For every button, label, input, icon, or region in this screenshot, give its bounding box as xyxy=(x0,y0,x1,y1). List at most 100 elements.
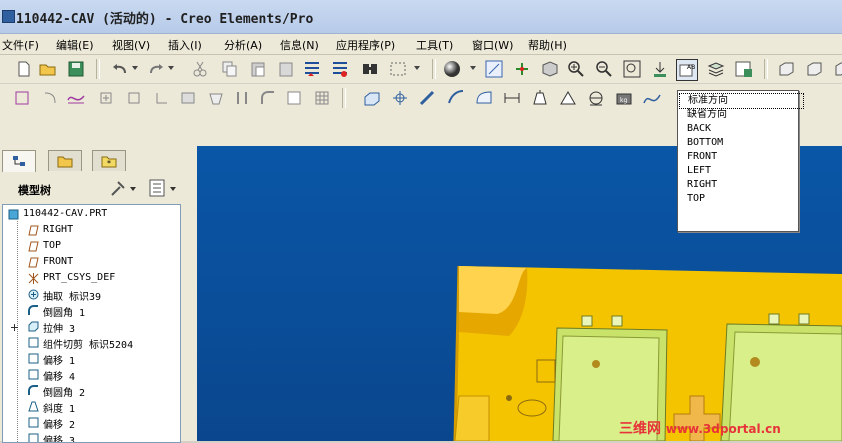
view-option-back[interactable]: BACK xyxy=(679,122,802,136)
tree-tab-icon[interactable] xyxy=(2,150,36,172)
tree-item-top[interactable]: TOP xyxy=(3,239,180,255)
view-option-bottom[interactable]: BOTTOM xyxy=(679,136,802,150)
datum-plane-icon xyxy=(28,257,39,268)
view-cube-b-icon[interactable] xyxy=(804,59,824,79)
arc-icon[interactable] xyxy=(40,88,60,108)
view-option-default[interactable]: 缺省方向 xyxy=(679,108,802,122)
model-tree-icon[interactable] xyxy=(734,59,754,79)
view-option-right[interactable]: RIGHT xyxy=(679,178,802,192)
tree-item-csys[interactable]: PRT_CSYS_DEF xyxy=(3,271,180,287)
navigator-panel: * 模型树 110442-CAV.PRT RIGHT TOP FRONT PRT… xyxy=(0,146,197,443)
grid-icon[interactable] xyxy=(312,88,332,108)
tree-item-extract[interactable]: 抽取 标识39 xyxy=(3,287,180,303)
open-folder-icon[interactable] xyxy=(38,59,58,79)
find-icon[interactable] xyxy=(360,59,380,79)
datum-curve-icon[interactable] xyxy=(642,88,662,108)
draft-icon[interactable] xyxy=(530,88,550,108)
view-cube-c-icon[interactable] xyxy=(830,59,842,79)
tree-item-extrude-3[interactable]: 拉伸 3 xyxy=(3,319,180,335)
box-icon[interactable] xyxy=(178,88,198,108)
analysis-icon[interactable]: kg xyxy=(614,88,634,108)
zoom-out-icon[interactable] xyxy=(594,59,614,79)
revolve-icon[interactable] xyxy=(390,88,410,108)
view-cube-a-icon[interactable] xyxy=(776,59,796,79)
point-icon[interactable] xyxy=(96,88,116,108)
tree-item-assembly-cut[interactable]: 组件切剪 标识5204 xyxy=(3,335,180,351)
offset-icon[interactable] xyxy=(284,88,304,108)
view-option-standard[interactable]: 标准方向 xyxy=(679,93,804,109)
menu-edit[interactable]: 编辑(E) xyxy=(56,37,94,53)
sketch-icon[interactable] xyxy=(12,88,32,108)
sweep-icon[interactable] xyxy=(418,88,438,108)
round-icon xyxy=(28,385,39,396)
datum-point-icon[interactable] xyxy=(512,59,532,79)
menu-tools[interactable]: 工具(T) xyxy=(416,37,453,53)
display-style-icon[interactable] xyxy=(442,59,462,79)
menu-window[interactable]: 窗口(W) xyxy=(472,37,513,53)
layers-icon[interactable] xyxy=(706,59,726,79)
saved-views-icon[interactable]: AB xyxy=(676,59,698,81)
part-icon xyxy=(8,209,19,220)
tree-item-offset-3[interactable]: 偏移 3 xyxy=(3,431,180,442)
new-file-icon[interactable] xyxy=(14,59,34,79)
round-icon[interactable] xyxy=(258,88,278,108)
tree-item-front[interactable]: FRONT xyxy=(3,255,180,271)
saved-views-dropdown: 标准方向 缺省方向 BACK BOTTOM FRONT LEFT RIGHT T… xyxy=(677,90,804,232)
tree-item-offset-4[interactable]: 偏移 4 xyxy=(3,367,180,383)
menu-help[interactable]: 帮助(H) xyxy=(528,37,567,53)
tree-item-offset-2[interactable]: 偏移 2 xyxy=(3,415,180,431)
trim-icon[interactable] xyxy=(232,88,252,108)
menu-analysis[interactable]: 分析(A) xyxy=(224,37,262,53)
extrude-icon xyxy=(28,321,39,332)
rib-icon[interactable] xyxy=(502,88,522,108)
view-option-front[interactable]: FRONT xyxy=(679,150,802,164)
save-icon[interactable] xyxy=(66,59,86,79)
measure-icon[interactable] xyxy=(586,88,606,108)
settings-tools-icon[interactable] xyxy=(110,179,138,200)
tree-item-draft-1[interactable]: 斜度 1 xyxy=(3,399,180,415)
offset-icon xyxy=(28,369,39,380)
menu-insert[interactable]: 插入(I) xyxy=(168,37,202,53)
folder-tab-icon[interactable] xyxy=(48,150,82,171)
show-options-icon[interactable] xyxy=(148,179,180,200)
surface-icon[interactable] xyxy=(206,88,226,108)
zoom-in-icon[interactable] xyxy=(566,59,586,79)
copy-icon[interactable] xyxy=(220,59,240,79)
mold-icon[interactable] xyxy=(558,88,578,108)
undo-icon[interactable] xyxy=(110,59,130,79)
orient-icon[interactable] xyxy=(484,59,504,79)
select-box-icon[interactable] xyxy=(388,59,408,79)
view-manager-icon[interactable] xyxy=(540,59,560,79)
view-option-left[interactable]: LEFT xyxy=(679,164,802,178)
menu-bar: 文件(F) 编辑(E) 视图(V) 插入(I) 分析(A) 信息(N) 应用程序… xyxy=(0,34,842,55)
cut-icon[interactable] xyxy=(190,59,210,79)
plane-icon[interactable] xyxy=(152,88,172,108)
svg-text:AB: AB xyxy=(687,64,695,71)
redo-icon[interactable] xyxy=(146,59,166,79)
spin-center-icon[interactable] xyxy=(650,59,670,79)
extract-icon xyxy=(28,289,39,300)
menu-info[interactable]: 信息(N) xyxy=(280,37,319,53)
tree-item-root[interactable]: 110442-CAV.PRT xyxy=(3,207,180,223)
tree-item-right[interactable]: RIGHT xyxy=(3,223,180,239)
curve-icon[interactable] xyxy=(66,88,86,108)
favorites-tab-icon[interactable]: * xyxy=(92,150,126,171)
expand-icon[interactable] xyxy=(11,323,18,331)
tree-item-offset-1[interactable]: 偏移 1 xyxy=(3,351,180,367)
menu-file[interactable]: 文件(F) xyxy=(2,37,39,53)
paste-icon[interactable] xyxy=(248,59,268,79)
blend-icon[interactable] xyxy=(446,88,466,108)
offset-icon xyxy=(28,417,39,428)
menu-view[interactable]: 视图(V) xyxy=(112,37,150,53)
regenerate-manager-icon[interactable] xyxy=(330,59,350,79)
csys-icon[interactable] xyxy=(124,88,144,108)
menu-applications[interactable]: 应用程序(P) xyxy=(336,37,395,53)
tree-item-round-1[interactable]: 倒圆角 1 xyxy=(3,303,180,319)
shell-icon[interactable] xyxy=(474,88,494,108)
paste-special-icon[interactable] xyxy=(276,59,296,79)
regenerate-icon[interactable] xyxy=(302,59,322,79)
view-option-top[interactable]: TOP xyxy=(679,192,802,206)
refit-icon[interactable] xyxy=(622,59,642,79)
tree-item-round-2[interactable]: 倒圆角 2 xyxy=(3,383,180,399)
extrude-icon[interactable] xyxy=(362,88,382,108)
